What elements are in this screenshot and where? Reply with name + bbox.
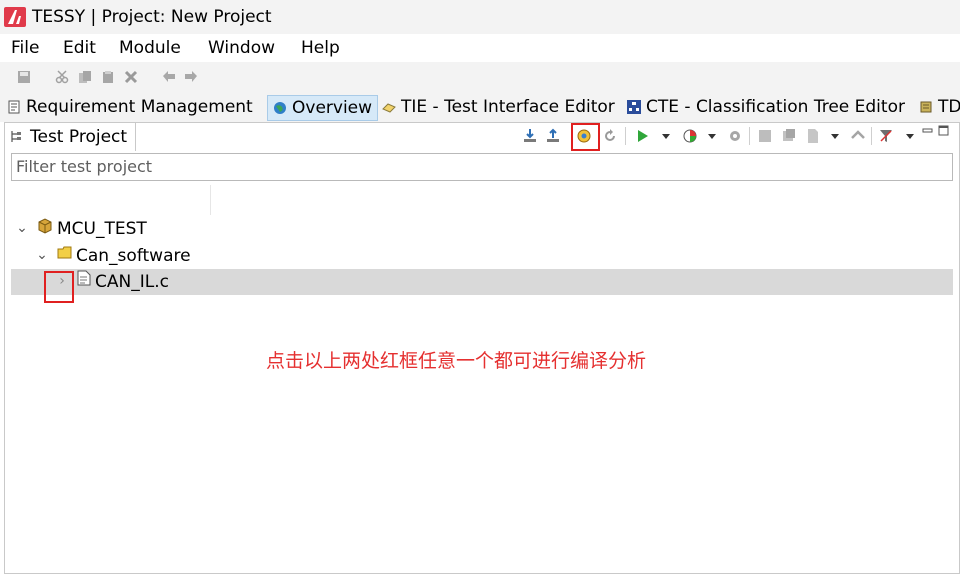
menu-help[interactable]: Help: [301, 38, 340, 58]
menu-bar: File Edit Module Window Help: [0, 34, 960, 62]
tree-item-can-software[interactable]: ⌄ Can_software: [11, 243, 953, 269]
copy-icon[interactable]: [78, 70, 92, 84]
coverage-icon[interactable]: [682, 128, 698, 144]
tree-item-mcu-test[interactable]: ⌄ MCU_TEST: [11, 216, 953, 242]
menu-window[interactable]: Window: [208, 38, 275, 58]
cut-icon[interactable]: [55, 70, 69, 84]
expand-chevron-icon[interactable]: ⌄: [35, 247, 49, 263]
link-icon[interactable]: [850, 128, 866, 144]
menu-file[interactable]: File: [11, 38, 39, 58]
perspective-cte[interactable]: CTE - Classification Tree Editor: [627, 95, 905, 119]
perspective-td[interactable]: TD: [919, 95, 960, 119]
analyze-highlight-box: [571, 123, 600, 151]
export-icon[interactable]: [545, 128, 561, 144]
window-title: TESSY | Project: New Project: [32, 7, 272, 27]
perspective-label: CTE - Classification Tree Editor: [646, 97, 905, 117]
perspective-label: Requirement Management: [26, 97, 253, 117]
perspective-label: TD: [938, 97, 960, 117]
perspective-label: TIE - Test Interface Editor: [401, 97, 615, 117]
minimize-icon[interactable]: [922, 125, 934, 137]
filter-input[interactable]: [12, 154, 950, 178]
save-icon[interactable]: [17, 70, 31, 84]
tree-item-label: MCU_TEST: [57, 219, 147, 239]
settings-icon[interactable]: [727, 128, 743, 144]
back-icon[interactable]: [162, 70, 176, 84]
perspective-overview[interactable]: Overview: [267, 95, 379, 121]
perspective-requirement-management[interactable]: Requirement Management: [7, 95, 253, 119]
globe-icon: [274, 102, 286, 114]
annotation-text: 点击以上两处红框任意一个都可进行编译分析: [266, 350, 647, 372]
filter-icon[interactable]: [878, 128, 894, 144]
tree-item-label: Can_software: [76, 246, 191, 266]
view-menu-dropdown-icon[interactable]: [902, 128, 918, 144]
execute-dropdown-icon[interactable]: [658, 128, 674, 144]
expand-chevron-icon[interactable]: ⌄: [15, 220, 29, 236]
toolbar-separator: [625, 127, 626, 145]
toolbar-separator: [871, 127, 872, 145]
tessy-logo-icon: [4, 7, 26, 27]
import-icon[interactable]: [522, 128, 538, 144]
title-bar: TESSY | Project: New Project: [0, 0, 960, 34]
perspective-tie[interactable]: TIE - Test Interface Editor: [382, 95, 615, 119]
tree-item-label: CAN_IL.c: [95, 272, 169, 292]
cte-icon: [627, 100, 641, 114]
report-icon[interactable]: [757, 128, 773, 144]
filter-box: [11, 153, 953, 181]
execute-icon[interactable]: [635, 128, 651, 144]
menu-edit[interactable]: Edit: [63, 38, 96, 58]
document-dropdown-icon[interactable]: [827, 128, 843, 144]
tab-test-project[interactable]: Test Project: [5, 123, 136, 151]
delete-icon[interactable]: [124, 70, 138, 84]
coverage-dropdown-icon[interactable]: [704, 128, 720, 144]
menu-module[interactable]: Module: [119, 38, 181, 58]
main-toolbar: [0, 62, 960, 92]
perspective-bar: Requirement Management Overview TIE - Te…: [0, 92, 960, 122]
document-icon[interactable]: [805, 128, 821, 144]
tie-icon: [382, 103, 396, 113]
maximize-icon[interactable]: [938, 125, 950, 137]
forward-icon[interactable]: [184, 70, 198, 84]
refresh-icon[interactable]: [602, 128, 618, 144]
column-divider: [210, 185, 211, 215]
perspective-label: Overview: [292, 98, 373, 118]
expand-highlight-box: [44, 271, 74, 303]
paste-icon[interactable]: [101, 70, 115, 84]
report-alt-icon[interactable]: [781, 128, 797, 144]
project-icon: [38, 218, 52, 234]
requirement-icon: [8, 100, 20, 114]
tree-view-icon: [11, 131, 21, 142]
folder-icon: [57, 246, 72, 259]
toolbar-separator: [749, 127, 750, 145]
td-icon: [920, 101, 932, 113]
view-title: Test Project: [30, 127, 128, 147]
file-icon: [77, 270, 91, 286]
tree-item-can-il-c[interactable]: › CAN_IL.c: [11, 269, 953, 295]
